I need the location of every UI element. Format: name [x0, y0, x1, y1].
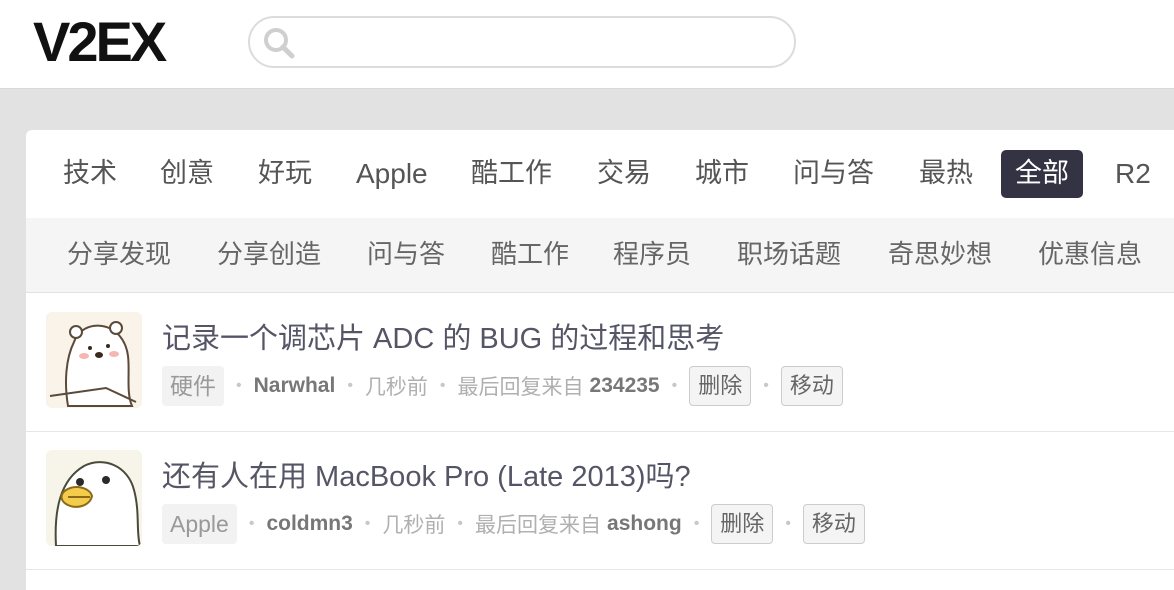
separator-dot: •: [693, 515, 700, 532]
separator-dot: •: [763, 377, 769, 394]
separator-dot: •: [364, 515, 371, 532]
subtab-jobs[interactable]: 酷工作: [491, 236, 569, 274]
tab-hot[interactable]: 最热: [905, 150, 987, 198]
move-button[interactable]: 移动: [780, 366, 843, 406]
subtab-programmer[interactable]: 程序员: [613, 236, 691, 274]
topic-meta: Apple • coldmn3 • 几秒前 • 最后回复来自 ashong • …: [162, 504, 865, 544]
node-tag[interactable]: 硬件: [162, 366, 224, 406]
tab-apple[interactable]: Apple: [342, 150, 442, 198]
tab-r2[interactable]: R2: [1101, 150, 1165, 198]
v2ex-logo[interactable]: V2EX: [33, 14, 167, 70]
subtab-qna[interactable]: 问与答: [367, 236, 445, 274]
separator-dot: •: [671, 377, 678, 394]
node-tag[interactable]: Apple: [162, 504, 237, 544]
subtab-share-creation[interactable]: 分享创造: [217, 236, 321, 274]
topic-title[interactable]: 还有人在用 MacBook Pro (Late 2013)吗?: [162, 453, 691, 495]
last-reply-user-link[interactable]: ashong: [607, 512, 682, 536]
move-button[interactable]: 移动: [802, 504, 865, 544]
topic-meta: 硬件 • Narwhal • 几秒前 • 最后回复来自 234235 • 删除 …: [162, 366, 843, 406]
topic-item: 还有人在用 MacBook Pro (Late 2013)吗? Apple • …: [26, 431, 1174, 570]
last-reply-label: 最后回复来自: [475, 514, 602, 537]
sub-tabs: 分享发现 分享创造 问与答 酷工作 程序员 职场话题 奇思妙想 优惠信息: [26, 218, 1174, 293]
tab-all[interactable]: 全部: [1001, 150, 1083, 198]
tab-play[interactable]: 好玩: [244, 150, 326, 198]
topic-title[interactable]: 记录一个调芯片 ADC 的 BUG 的过程和思考: [162, 315, 724, 357]
search-icon: [264, 28, 295, 59]
subtab-ideas[interactable]: 奇思妙想: [888, 236, 992, 274]
separator-dot: •: [248, 515, 255, 532]
separator-dot: •: [347, 377, 353, 394]
author-link[interactable]: Narwhal: [254, 374, 336, 398]
top-bar: V2EX: [0, 0, 1174, 89]
search-box[interactable]: [248, 16, 796, 68]
last-reply-label: 最后回复来自: [457, 376, 584, 399]
tab-qna[interactable]: 问与答: [779, 150, 888, 198]
tab-deals[interactable]: 交易: [583, 150, 665, 198]
topic-time: 几秒前: [382, 514, 446, 537]
subtab-share-discovery[interactable]: 分享发现: [67, 236, 171, 274]
separator-dot: •: [439, 377, 446, 394]
delete-button[interactable]: 删除: [711, 504, 774, 544]
separator-dot: •: [785, 515, 791, 532]
author-link[interactable]: coldmn3: [266, 512, 352, 536]
last-reply-user-link[interactable]: 234235: [590, 374, 660, 398]
subtab-workplace[interactable]: 职场话题: [737, 236, 841, 274]
tab-jobs[interactable]: 酷工作: [457, 150, 566, 198]
tab-tech[interactable]: 技术: [49, 150, 131, 198]
main-box: 技术 创意 好玩 Apple 酷工作 交易 城市 问与答 最热 全部 R2 分享…: [26, 130, 1174, 590]
separator-dot: •: [457, 515, 464, 532]
delete-button[interactable]: 删除: [689, 366, 752, 406]
tab-creative[interactable]: 创意: [146, 150, 228, 198]
duck-avatar-icon[interactable]: [46, 450, 142, 546]
topic-time: 几秒前: [364, 376, 428, 399]
search-input[interactable]: [306, 24, 780, 60]
polar-bear-avatar-icon[interactable]: [46, 312, 142, 408]
topic-item: 记录一个调芯片 ADC 的 BUG 的过程和思考 硬件 • Narwhal • …: [26, 293, 1174, 432]
separator-dot: •: [236, 377, 242, 394]
category-tabs: 技术 创意 好玩 Apple 酷工作 交易 城市 问与答 最热 全部 R2: [26, 130, 1174, 218]
tab-city[interactable]: 城市: [681, 150, 763, 198]
subtab-deals[interactable]: 优惠信息: [1038, 236, 1142, 274]
